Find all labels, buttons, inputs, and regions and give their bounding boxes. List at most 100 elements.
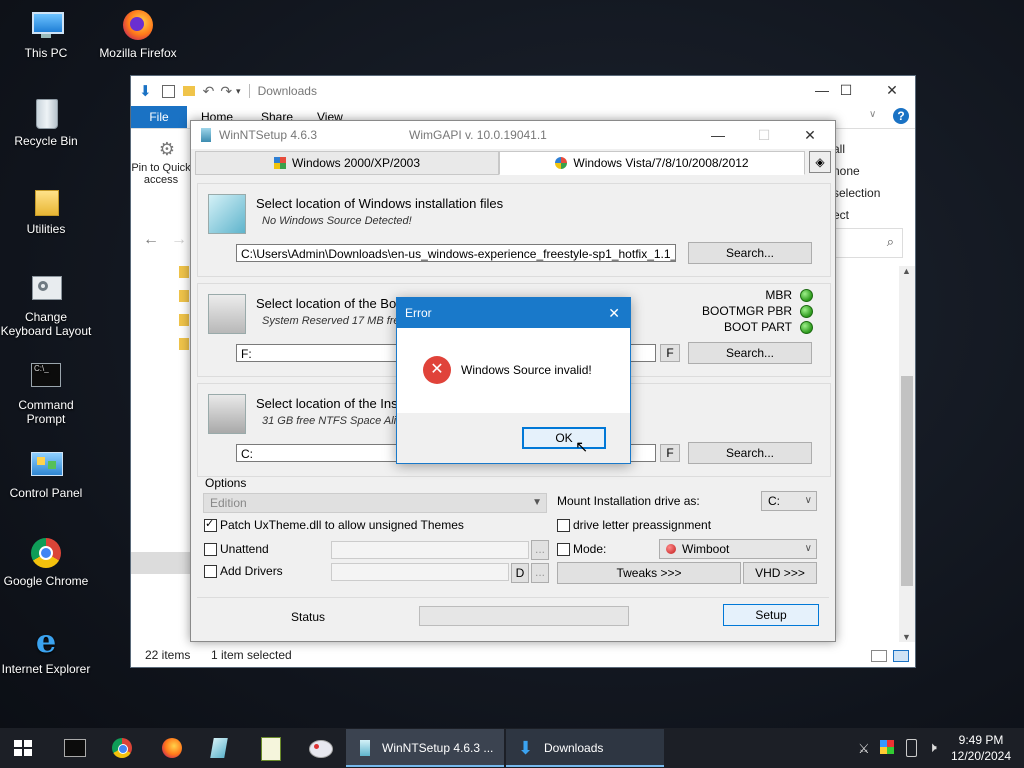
explorer-close-button[interactable]: ✕: [869, 76, 915, 104]
back-arrow-icon[interactable]: ←: [143, 231, 159, 249]
mbr-label: MBR: [765, 288, 792, 302]
large-icons-view-icon[interactable]: [893, 650, 909, 662]
network-icon[interactable]: ⚔: [858, 741, 870, 757]
mount-drive-value: C:: [768, 494, 780, 508]
taskbar-notepad-icon[interactable]: [246, 728, 294, 768]
install-search-button[interactable]: Search...: [688, 442, 812, 464]
tab-windows-vista-label: Windows Vista/7/8/10/2008/2012: [573, 156, 749, 170]
chevron-down-icon[interactable]: ∨: [869, 109, 876, 120]
recycle-bin-icon: [29, 96, 63, 130]
pin-quick-access-button[interactable]: ⚙ Pin to Quick access: [131, 129, 191, 199]
taskbar-winntsetup-pin-icon[interactable]: [196, 728, 244, 768]
clock-time: 9:49 PM: [958, 733, 1004, 747]
tab-windows-vista[interactable]: Windows Vista/7/8/10/2008/2012: [499, 151, 805, 175]
winntsetup-app-icon: [201, 128, 211, 142]
taskbar-paint-icon[interactable]: [296, 728, 344, 768]
winntsetup-maximize-button: ☐: [757, 127, 771, 143]
forward-arrow-icon[interactable]: →: [171, 231, 187, 249]
error-dialog[interactable]: Error ✕ ✕ Windows Source invalid! OK ↖: [396, 297, 631, 464]
mode-checkbox[interactable]: [557, 543, 570, 556]
redo-icon[interactable]: ↷: [220, 83, 232, 100]
color-settings-icon[interactable]: [880, 740, 894, 754]
chevron-down-icon[interactable]: ▾: [236, 86, 241, 97]
internet-explorer-icon: e: [35, 622, 57, 660]
explorer-search-box[interactable]: ⌕: [835, 228, 903, 258]
unattend-label: Unattend: [220, 542, 269, 556]
scrollbar-thumb[interactable]: [901, 376, 913, 586]
windows-flag-icon: [273, 157, 286, 169]
explorer-title: Downloads: [248, 84, 317, 98]
taskbar-firefox-icon[interactable]: [148, 728, 196, 768]
setup-button[interactable]: Setup: [723, 604, 819, 626]
winntsetup-close-button[interactable]: ✕: [787, 121, 833, 149]
help-icon[interactable]: ?: [893, 108, 909, 124]
speaker-muted-icon[interactable]: 🕨︎: [928, 739, 937, 756]
tweaks-button[interactable]: Tweaks >>>: [557, 562, 741, 584]
drive-letter-checkbox[interactable]: [557, 519, 570, 532]
source-path-input[interactable]: C:\Users\Admin\Downloads\en-us_windows-e…: [236, 244, 676, 262]
usb-icon[interactable]: [906, 739, 917, 757]
desktop-icon-this-pc[interactable]: This PC: [0, 8, 92, 60]
tools-menu-icon[interactable]: ◈: [809, 151, 831, 173]
search-icon: ⌕: [886, 234, 894, 249]
mode-select-value: Wimboot: [682, 542, 730, 556]
desktop-icon-recycle-bin[interactable]: Recycle Bin: [0, 96, 92, 148]
invert-selection-label[interactable]: selection: [833, 182, 880, 204]
unattend-path-input: [331, 541, 529, 559]
desktop-icon-google-chrome[interactable]: Google Chrome: [0, 536, 92, 588]
install-format-button[interactable]: F: [660, 444, 680, 462]
nav-pane-selected-row[interactable]: [131, 552, 191, 574]
terminal-icon: C:\_: [29, 360, 63, 394]
mount-drive-select[interactable]: C: ∨: [761, 491, 817, 511]
chevron-down-icon[interactable]: ▼: [902, 632, 911, 642]
chevron-down-icon: ▼: [532, 497, 542, 508]
boot-search-button[interactable]: Search...: [688, 342, 812, 364]
properties-icon[interactable]: [161, 84, 175, 98]
ok-button[interactable]: OK: [522, 427, 606, 449]
pin-quick-access-label: Pin to Quick access: [131, 162, 191, 186]
boot-part-label: BOOT PART: [723, 320, 792, 334]
boot-format-button[interactable]: F: [660, 344, 680, 362]
source-group-title: Select location of Windows installation …: [256, 196, 504, 211]
desktop-icon-utilities[interactable]: Utilities: [0, 184, 92, 236]
folder-icon: [29, 184, 63, 218]
winntsetup-minimize-button[interactable]: —: [695, 121, 741, 149]
patch-uxtheme-checkbox[interactable]: ✓: [204, 518, 217, 532]
explorer-scrollbar[interactable]: ▲ ▼: [899, 266, 915, 642]
drivers-path-input: [331, 563, 509, 581]
select-none-label[interactable]: none: [833, 160, 880, 182]
select-all-label[interactable]: all: [833, 138, 880, 160]
desktop-icon-label: Internet Explorer: [1, 662, 91, 676]
tab-windows-xp[interactable]: Windows 2000/XP/2003: [195, 151, 499, 175]
status-item-count: 22 items: [145, 648, 191, 662]
down-arrow-icon: ⬇: [139, 83, 152, 100]
add-drivers-checkbox[interactable]: [204, 565, 217, 578]
unattend-checkbox[interactable]: [204, 543, 217, 556]
explorer-maximize-button[interactable]: ☐: [823, 76, 869, 104]
taskbar-app-downloads[interactable]: ⬇ Downloads: [506, 729, 664, 767]
chevron-up-icon[interactable]: ▲: [902, 266, 911, 276]
edition-select: Edition ▼: [203, 493, 547, 513]
ribbon-tab-file[interactable]: File: [131, 106, 187, 128]
start-button[interactable]: [0, 728, 48, 768]
desktop-icon-command-prompt[interactable]: C:\_ Command Prompt: [0, 360, 92, 426]
drivers-d-button[interactable]: D: [511, 563, 529, 583]
desktop-icon-internet-explorer[interactable]: e Internet Explorer: [0, 624, 92, 676]
undo-icon[interactable]: ↶: [203, 83, 215, 100]
desktop-icon-label: This PC: [24, 46, 68, 60]
source-search-button[interactable]: Search...: [688, 242, 812, 264]
vhd-button[interactable]: VHD >>>: [743, 562, 817, 584]
close-icon[interactable]: ✕: [608, 298, 620, 328]
desktop-icon-firefox[interactable]: Mozilla Firefox: [92, 8, 184, 60]
patch-uxtheme-label: Patch UxTheme.dll to allow unsigned Them…: [220, 518, 464, 532]
new-folder-icon[interactable]: [182, 86, 195, 96]
taskbar-app-winntsetup[interactable]: WinNTSetup 4.6.3 ...: [346, 729, 504, 767]
desktop-icon-change-keyboard-layout[interactable]: Change Keyboard Layout: [0, 272, 92, 338]
desktop-icon-control-panel[interactable]: Control Panel: [0, 448, 92, 500]
details-view-icon[interactable]: [871, 650, 887, 662]
clock[interactable]: 9:49 PM 12/20/2024: [948, 732, 1014, 764]
taskbar-cmd-icon[interactable]: [50, 728, 98, 768]
installation-files-icon: [208, 194, 246, 234]
taskbar-chrome-icon[interactable]: [98, 728, 146, 768]
folder-icon: [179, 338, 189, 350]
